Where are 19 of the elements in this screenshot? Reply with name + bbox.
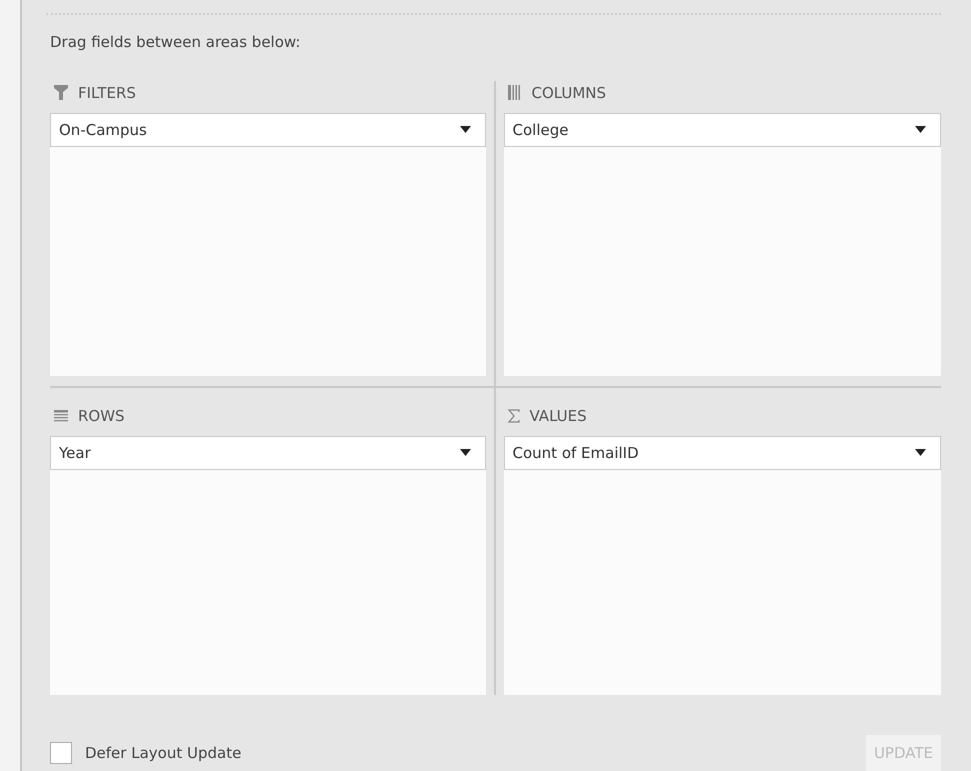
field-dropdown[interactable]: On-Campus (50, 112, 486, 147)
caret-icon (915, 449, 926, 456)
area-heading: FILTERS (78, 84, 136, 102)
field-dropdown[interactable]: Count of EmailID (504, 436, 941, 470)
caret-icon (460, 449, 470, 456)
columns-icon (508, 85, 522, 100)
sigma-icon (508, 408, 520, 423)
checkbox-label: Defer Layout Update (85, 744, 242, 762)
defer-checkbox[interactable] (50, 742, 72, 764)
rows-icon (54, 410, 68, 422)
field-dropdown[interactable]: Year (50, 436, 486, 470)
caret-icon (915, 126, 926, 134)
area-heading: VALUES (530, 406, 587, 425)
field-dropdown[interactable]: College (504, 112, 941, 147)
area-heading: ROWS (78, 406, 125, 425)
filter-icon (54, 85, 68, 100)
caret-icon (460, 126, 470, 134)
instruction-text: Drag fields between areas below: (50, 33, 302, 53)
area-heading: COLUMNS (532, 84, 606, 102)
